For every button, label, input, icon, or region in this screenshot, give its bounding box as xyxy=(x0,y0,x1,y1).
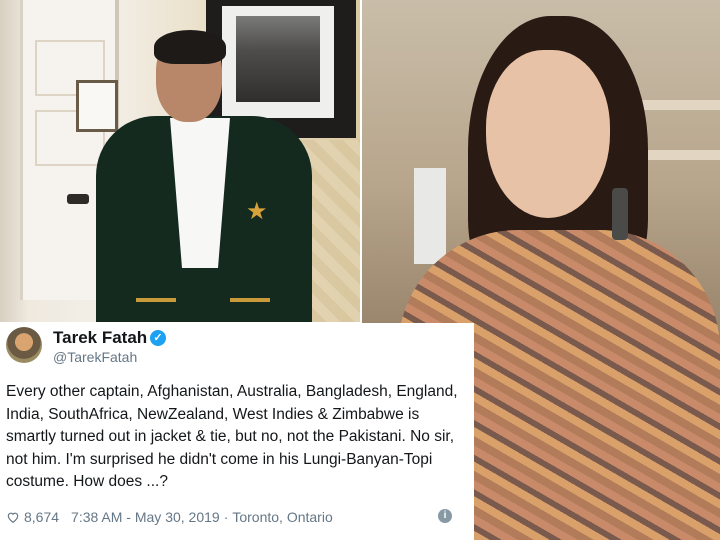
avatar[interactable] xyxy=(6,327,42,363)
tweet-card: Tarek Fatah ✓ @TarekFatah Every other ca… xyxy=(0,323,474,540)
user-handle[interactable]: @TarekFatah xyxy=(53,349,137,365)
sleeve-stripe xyxy=(136,298,176,302)
location[interactable]: Toronto, Ontario xyxy=(232,509,332,525)
separator: · xyxy=(223,509,229,525)
display-name[interactable]: Tarek Fatah xyxy=(53,328,147,348)
photo-man-in-blazer: ★ xyxy=(0,0,360,322)
verified-badge-icon: ✓ xyxy=(150,330,166,346)
like-count: 8,674 xyxy=(24,509,60,525)
tweet-text: Every other captain, Afghanistan, Austra… xyxy=(6,383,458,490)
timestamp[interactable]: 7:38 AM - May 30, 2019 xyxy=(71,509,220,525)
door-handle xyxy=(67,194,89,204)
tweet-meta: 8,674 7:38 AM - May 30, 2019 · Toronto, … xyxy=(6,507,468,527)
man-figure: ★ xyxy=(96,30,312,322)
star-badge-icon: ★ xyxy=(246,198,268,225)
info-icon[interactable]: i xyxy=(438,509,452,523)
heart-icon[interactable] xyxy=(6,510,20,524)
woman-face xyxy=(486,50,610,218)
sleeve-stripe xyxy=(230,298,270,302)
earring xyxy=(612,188,628,240)
man-hair xyxy=(154,30,226,64)
